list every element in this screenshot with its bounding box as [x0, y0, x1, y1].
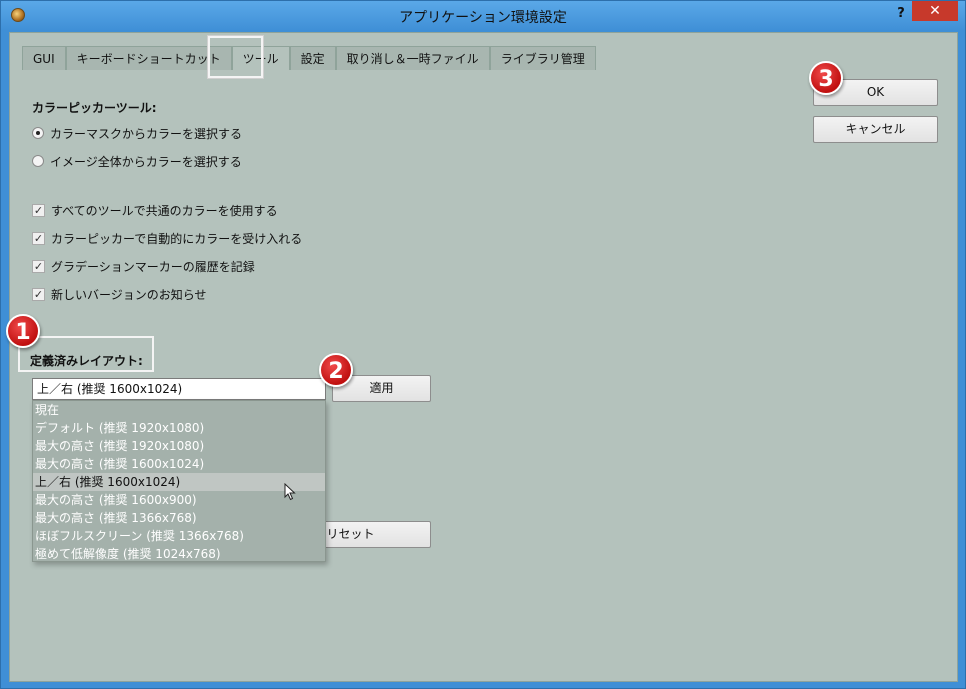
checkbox-gradient-history[interactable]: ✓ グラデーションマーカーの履歴を記録	[32, 257, 255, 275]
radio-button[interactable]	[32, 155, 44, 167]
dropdown-option[interactable]: ほぼフルスクリーン (推奨 1366x768)	[33, 527, 325, 545]
preferences-window: アプリケーション環境設定 ? ✕ GUI キーボードショートカット ツール 設定…	[0, 0, 966, 689]
tab-undo-temp-files[interactable]: 取り消し＆一時ファイル	[335, 46, 490, 70]
checkmark-icon[interactable]: ✓	[32, 231, 45, 245]
radio-label: カラーマスクからカラーを選択する	[50, 126, 243, 141]
layout-dropdown-list: 現在 デフォルト (推奨 1920x1080) 最大の高さ (推奨 1920x1…	[32, 400, 326, 562]
tab-gui[interactable]: GUI	[22, 46, 66, 70]
radio-button[interactable]	[32, 127, 44, 139]
checkbox-label: すべてのツールで共通のカラーを使用する	[51, 203, 278, 218]
predefined-layout-heading: 定義済みレイアウト:	[30, 354, 143, 368]
layout-select[interactable]: 上／右 (推奨 1600x1024)	[32, 378, 326, 400]
dropdown-option[interactable]: 極めて低解像度 (推奨 1024x768)	[33, 545, 325, 563]
tab-bar: GUI キーボードショートカット ツール 設定 取り消し＆一時ファイル ライブラ…	[22, 46, 596, 70]
close-icon: ✕	[929, 3, 941, 19]
checkbox-auto-accept-color[interactable]: ✓ カラーピッカーで自動的にカラーを受け入れる	[32, 229, 302, 247]
checkbox-label: グラデーションマーカーの履歴を記録	[51, 259, 255, 274]
dropdown-option[interactable]: 最大の高さ (推奨 1920x1080)	[33, 437, 325, 455]
checkbox-label: カラーピッカーで自動的にカラーを受け入れる	[51, 231, 303, 246]
checkmark-icon[interactable]: ✓	[32, 259, 45, 273]
dropdown-option[interactable]: 最大の高さ (推奨 1600x900)	[33, 491, 325, 509]
title-bar: アプリケーション環境設定 ? ✕	[1, 1, 965, 31]
help-button[interactable]: ?	[891, 5, 911, 23]
checkbox-label: 新しいバージョンのお知らせ	[51, 287, 207, 302]
tab-library-management[interactable]: ライブラリ管理	[489, 46, 596, 70]
checkmark-icon[interactable]: ✓	[32, 203, 45, 217]
tab-settings[interactable]: 設定	[289, 46, 336, 70]
radio-whole-image[interactable]: イメージ全体からカラーを選択する	[32, 152, 242, 170]
dropdown-option[interactable]: 最大の高さ (推奨 1600x1024)	[33, 455, 325, 473]
step-badge-1: 1	[6, 314, 40, 348]
step-badge-2: 2	[319, 353, 353, 387]
tab-keyboard-shortcuts[interactable]: キーボードショートカット	[65, 46, 232, 70]
dropdown-option[interactable]: 最大の高さ (推奨 1366x768)	[33, 509, 325, 527]
dropdown-option[interactable]: 現在	[33, 401, 325, 419]
checkbox-new-version-notice[interactable]: ✓ 新しいバージョンのお知らせ	[32, 285, 207, 303]
radio-label: イメージ全体からカラーを選択する	[50, 154, 242, 169]
tab-tools[interactable]: ツール	[231, 46, 290, 70]
radio-color-mask[interactable]: カラーマスクからカラーを選択する	[32, 124, 242, 142]
close-button[interactable]: ✕	[912, 1, 958, 21]
dropdown-option[interactable]: デフォルト (推奨 1920x1080)	[33, 419, 325, 437]
checkbox-common-color[interactable]: ✓ すべてのツールで共通のカラーを使用する	[32, 201, 278, 219]
checkmark-icon[interactable]: ✓	[32, 287, 45, 301]
dialog-body: GUI キーボードショートカット ツール 設定 取り消し＆一時ファイル ライブラ…	[9, 32, 958, 682]
step-badge-3: 3	[809, 61, 843, 95]
dropdown-option-highlighted[interactable]: 上／右 (推奨 1600x1024)	[33, 473, 325, 491]
window-title: アプリケーション環境設定	[399, 10, 567, 26]
color-picker-heading: カラーピッカーツール:	[32, 101, 157, 115]
cancel-button[interactable]: キャンセル	[813, 116, 938, 143]
mouse-pointer-icon	[284, 483, 296, 501]
